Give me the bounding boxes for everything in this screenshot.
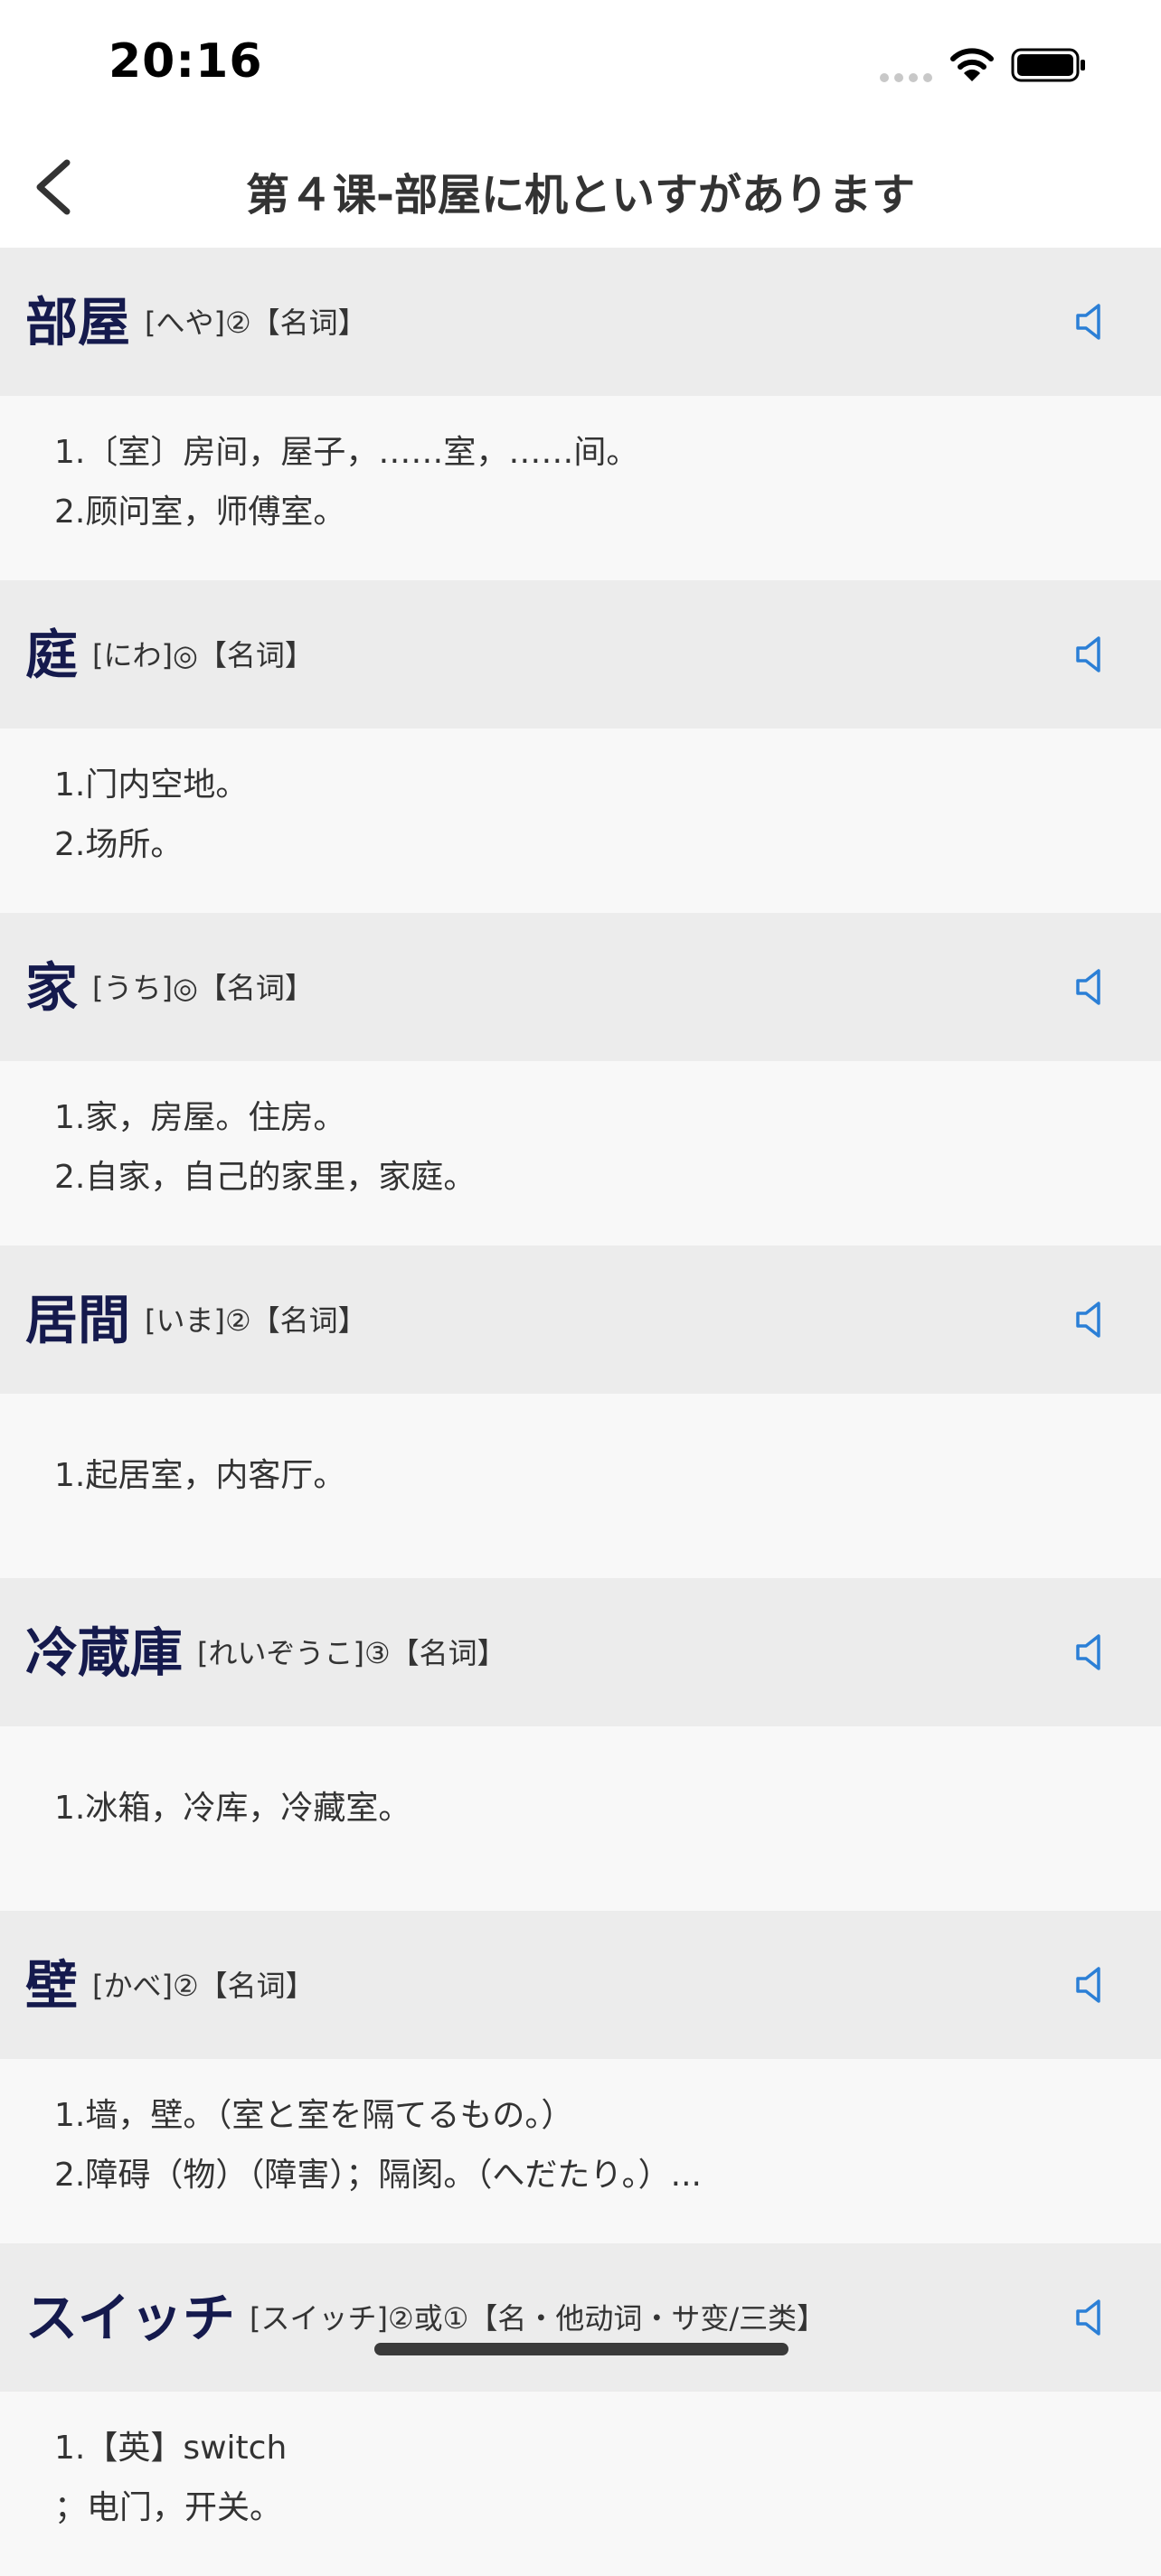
word-heading: 家 [うち]◎【名词】 — [25, 913, 314, 1061]
entry-header[interactable]: 庭 [にわ]◎【名词】 — [0, 580, 1161, 729]
word-text: 壁 — [25, 1954, 79, 2017]
speaker-icon[interactable] — [1069, 298, 1116, 345]
entry-definitions: 1.〔室〕房间，屋子，……室，……间。 2.顾问室，师傅室。 — [0, 396, 1161, 580]
word-heading: 部屋 [へや]②【名词】 — [25, 248, 367, 396]
chevron-left-icon[interactable] — [27, 157, 81, 217]
definition-item: 2.自家，自己的家里，家庭。 — [54, 1159, 477, 1196]
word-text: 家 — [25, 956, 79, 1019]
definition-item: 1.门内空地。 — [54, 766, 249, 804]
battery-icon — [1011, 48, 1085, 82]
definition-item: ；电门，开关。 — [54, 2489, 283, 2526]
definition-item: 2.顾问室，师傅室。 — [54, 494, 346, 531]
word-reading: [スイッチ]②或①【名・他动词・サ变/三类】 — [250, 2300, 826, 2336]
word-heading: 壁 [かべ]②【名词】 — [25, 1911, 315, 2059]
definition-item: 2.场所。 — [54, 826, 184, 863]
word-reading: [うち]◎【名词】 — [92, 970, 314, 1005]
entry-definitions: 1.家，房屋。住房。 2.自家，自己的家里，家庭。 — [0, 1061, 1161, 1246]
vocabulary-list: 部屋 [へや]②【名词】 1.〔室〕房间，屋子，……室，……间。 2.顾问室，师傅… — [0, 248, 1161, 2576]
speaker-icon[interactable] — [1069, 1629, 1116, 1676]
definition-list: 1.冰箱，冷库，冷藏室。 — [54, 1779, 1125, 1838]
speaker-icon[interactable] — [1069, 1961, 1116, 2008]
speaker-icon[interactable] — [1069, 631, 1116, 678]
definition-list: 1.墙，壁。（室と室を隔てるもの。） 2.障碍（物）（障害）；隔阂。（へだたり。… — [54, 2086, 1125, 2205]
signal-icon — [880, 73, 932, 82]
word-reading: [にわ]◎【名词】 — [92, 637, 314, 672]
definition-item: 1.【英】switch — [54, 2430, 288, 2467]
definition-item: 1.家，房屋。住房。 — [54, 1099, 346, 1136]
definition-list: 1.家，房屋。住房。 2.自家，自己的家里，家庭。 — [54, 1088, 1125, 1208]
definition-item: 1.起居室，内客厅。 — [54, 1457, 346, 1494]
wifi-icon — [950, 48, 994, 81]
entry-header[interactable]: スイッチ [スイッチ]②或①【名・他动词・サ变/三类】 — [0, 2243, 1161, 2392]
page-title: 第４课-部屋に机といすがあります — [246, 170, 915, 221]
definition-item: 1.冰箱，冷库，冷藏室。 — [54, 1790, 411, 1827]
word-heading: 居間 [いま]②【名词】 — [25, 1246, 367, 1394]
definition-list: 1.起居室，内客厅。 — [54, 1446, 1125, 1506]
status-bar: 20:16 — [0, 0, 1161, 127]
entry-header[interactable]: 冷蔵庫 [れいぞうこ]③【名词】 — [0, 1578, 1161, 1726]
entry-header[interactable]: 家 [うち]◎【名词】 — [0, 913, 1161, 1061]
word-text: スイッチ — [25, 2287, 236, 2349]
word-heading: 冷蔵庫 [れいぞうこ]③【名词】 — [25, 1578, 506, 1726]
definition-item: 1.〔室〕房间，屋子，……室，……间。 — [54, 434, 639, 471]
word-text: 部屋 — [25, 291, 131, 353]
home-indicator[interactable] — [374, 2343, 788, 2355]
word-heading: 庭 [にわ]◎【名词】 — [25, 580, 314, 729]
navigation-bar: 第４课-部屋に机といすがあります — [0, 127, 1161, 248]
entry-definitions: 1.起居室，内客厅。 — [0, 1394, 1161, 1578]
word-reading: [へや]②【名词】 — [145, 305, 367, 340]
speaker-icon[interactable] — [1069, 2294, 1116, 2341]
definition-list: 1.〔室〕房间，屋子，……室，……间。 2.顾问室，师傅室。 — [54, 423, 1125, 542]
word-text: 庭 — [25, 624, 79, 686]
word-text: 居間 — [25, 1289, 131, 1351]
entry-header[interactable]: 壁 [かべ]②【名词】 — [0, 1911, 1161, 2059]
word-reading: [いま]②【名词】 — [145, 1302, 367, 1338]
word-text: 冷蔵庫 — [25, 1622, 184, 1684]
entry-header[interactable]: 部屋 [へや]②【名词】 — [0, 248, 1161, 396]
definition-list: 1.【英】switch ；电门，开关。 — [54, 2419, 1125, 2538]
definition-item: 2.障碍（物）（障害）；隔阂。（へだたり。）... — [54, 2157, 702, 2194]
entry-definitions: 1.【英】switch ；电门，开关。 — [0, 2392, 1161, 2576]
entry-definitions: 1.门内空地。 2.场所。 — [0, 729, 1161, 913]
definition-item: 1.墙，壁。（室と室を隔てるもの。） — [54, 2097, 574, 2134]
word-reading: [かべ]②【名词】 — [92, 1968, 315, 2003]
speaker-icon[interactable] — [1069, 1296, 1116, 1343]
word-heading: スイッチ [スイッチ]②或①【名・他动词・サ变/三类】 — [25, 2243, 826, 2392]
definition-list: 1.门内空地。 2.场所。 — [54, 756, 1125, 875]
entry-definitions: 1.墙，壁。（室と室を隔てるもの。） 2.障碍（物）（障害）；隔阂。（へだたり。… — [0, 2059, 1161, 2243]
entry-header[interactable]: 居間 [いま]②【名词】 — [0, 1246, 1161, 1394]
word-reading: [れいぞうこ]③【名词】 — [197, 1635, 506, 1670]
speaker-icon[interactable] — [1069, 964, 1116, 1011]
status-time: 20:16 — [109, 34, 263, 89]
entry-definitions: 1.冰箱，冷库，冷藏室。 — [0, 1726, 1161, 1911]
